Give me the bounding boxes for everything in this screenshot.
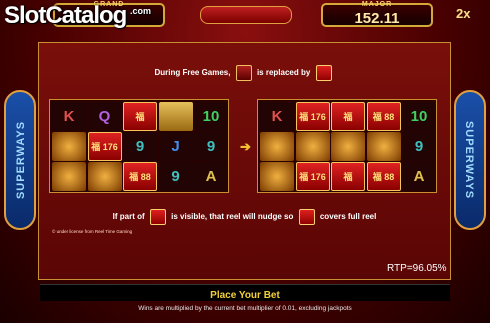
reel-symbol [295,132,330,161]
nudge-text-prefix: If part of [112,212,145,222]
superways-banner-left: SUPERWAYS [4,90,36,230]
superways-text-left: SUPERWAYS [15,120,27,200]
nudge-text-middle: is visible, that reel will nudge so [171,212,294,222]
reel-symbol: A [402,162,436,191]
rtp-label: RTP=96.05% [387,263,447,274]
reel-symbol: 9 [158,162,193,191]
license-text: © under license from Reel Time Gaming [52,229,133,234]
reel-symbol [158,102,193,131]
footer-note: Wins are multiplied by the current bet m… [138,305,352,312]
superways-text-right: SUPERWAYS [463,120,475,200]
reel-symbol: 福 [123,102,157,131]
reel-symbol [260,162,294,191]
nudge-text-suffix: covers full reel [319,212,377,222]
reel-symbol: 福 176 [87,132,122,161]
arrow-right-icon: ➔ [240,139,251,154]
reel-symbol: J [158,132,193,161]
reel-symbol: 福 88 [366,102,401,131]
major-jackpot: MAJOR 152.11 [321,1,433,27]
fu-symbol-icon [315,65,332,81]
place-bet-label: Place Your Bet [210,290,280,301]
top-bar: GRAND MAJOR 152.11 2x SlotCatalog .com [0,0,490,34]
superways-banner-right: SUPERWAYS [454,90,486,230]
reel-symbol: 福 [331,162,365,191]
reel-symbol: K [52,102,86,131]
reel-symbol: 福 176 [295,102,330,131]
reel-symbol: 9 [402,132,436,161]
multiplier-badge: 2x [456,6,471,21]
paytable-panel: During Free Games, is replaced by K Q 福 10 福… [38,42,451,280]
reel-symbol [331,132,365,161]
reel-symbol [260,132,294,161]
top-ornament [200,6,292,24]
reel-symbol [87,162,122,191]
place-bet-button[interactable]: Place Your Bet [40,284,450,301]
nudge-rule: If part of is visible, that reel will nu… [39,209,450,225]
major-jackpot-label: MAJOR [361,1,393,8]
rule-text-prefix: During Free Games, [154,68,231,78]
reel-symbol: 福 176 [295,162,330,191]
reel-symbol [366,132,401,161]
logo-suffix: .com [130,6,152,16]
reel-symbol: 福 88 [366,162,401,191]
k-symbol-icon [235,65,252,81]
reel-symbol: A [194,162,228,191]
reel-symbol: 9 [123,132,157,161]
reel-symbol: 9 [194,132,228,161]
reel-symbol: 10 [194,102,228,131]
reel-symbol [52,162,86,191]
reel-symbol: 10 [402,102,436,131]
free-games-rule: During Free Games, is replaced by [39,65,450,81]
reel-symbol: K [260,102,294,131]
reels-after: K福 176 福福 88 10 9 福 176 福福 88 A [257,99,437,193]
rule-text-middle: is replaced by [256,68,311,78]
fu-symbol-icon [149,209,166,225]
logo-text: SlotCatalog [4,2,127,29]
reel-symbol: Q [87,102,122,131]
watermark-logo: SlotCatalog .com [4,2,151,30]
reel-symbol: 福 88 [123,162,157,191]
reel-symbol: 福 [331,102,365,131]
major-jackpot-value: 152.11 [354,10,400,27]
reels-before: K Q 福 10 福 176 9 J 9 福 88 9 A [49,99,229,193]
reel-symbol [52,132,86,161]
fu-symbol-icon [298,209,315,225]
